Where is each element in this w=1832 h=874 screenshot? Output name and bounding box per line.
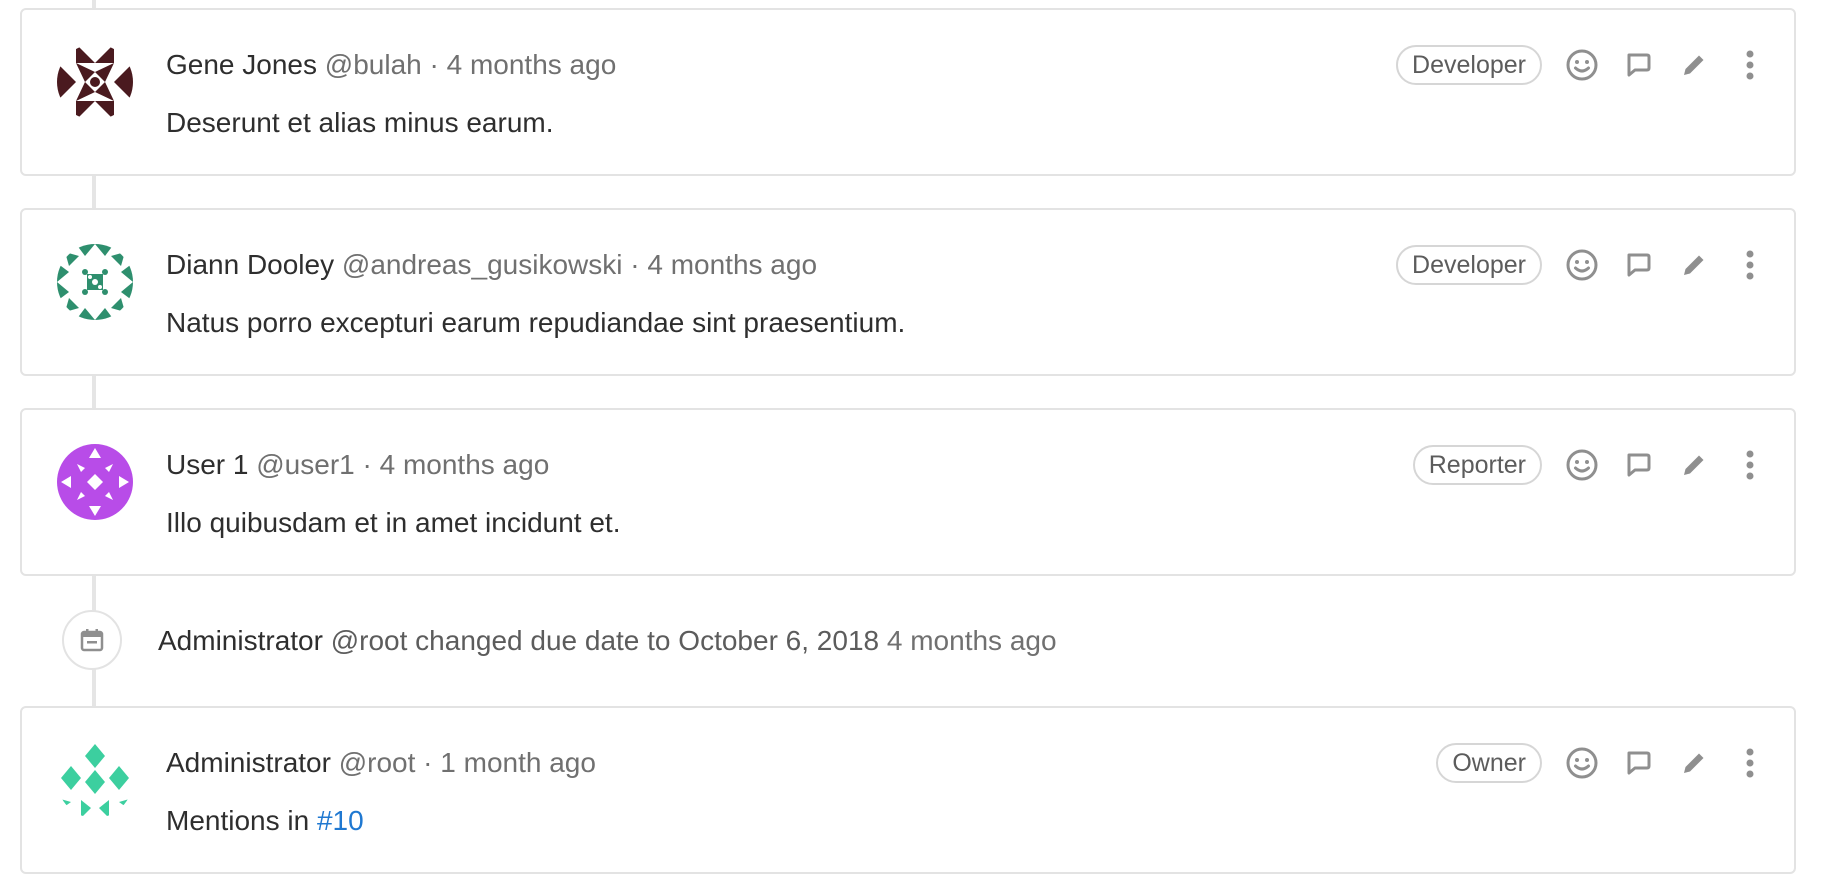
system-note-text: Administrator @root changed due date to … bbox=[158, 624, 1057, 658]
system-note-action: changed due date to October 6, 2018 bbox=[415, 625, 880, 656]
note-body: Mentions in #10 bbox=[166, 804, 364, 838]
author-handle[interactable]: @user1 bbox=[256, 449, 354, 480]
comment-icon bbox=[1627, 53, 1651, 77]
comment-icon bbox=[1627, 751, 1651, 775]
avatar[interactable] bbox=[57, 742, 133, 818]
note-body: Deserunt et alias minus earum. bbox=[166, 107, 554, 138]
reply-button[interactable] bbox=[1610, 42, 1666, 88]
more-actions-button[interactable] bbox=[1722, 42, 1778, 88]
note-actions: Reporter bbox=[1412, 442, 1778, 488]
pencil-icon bbox=[1684, 455, 1704, 475]
pencil-icon bbox=[1684, 753, 1704, 773]
timestamp[interactable]: 1 month ago bbox=[440, 747, 596, 778]
calendar-icon bbox=[80, 629, 104, 652]
more-actions-button[interactable] bbox=[1722, 442, 1778, 488]
more-vertical-icon bbox=[1746, 748, 1754, 778]
add-reaction-button[interactable] bbox=[1554, 242, 1610, 288]
reply-button[interactable] bbox=[1610, 442, 1666, 488]
edit-button[interactable] bbox=[1666, 740, 1722, 786]
author-name[interactable]: Administrator bbox=[158, 625, 323, 656]
reply-button[interactable] bbox=[1610, 740, 1666, 786]
separator: · bbox=[429, 49, 439, 80]
pencil-icon bbox=[1684, 55, 1704, 75]
more-actions-button[interactable] bbox=[1722, 242, 1778, 288]
avatar[interactable] bbox=[57, 244, 133, 320]
separator: · bbox=[630, 249, 640, 280]
note-header: Diann Dooley @andreas_gusikowski · 4 mon… bbox=[166, 248, 817, 282]
avatar[interactable] bbox=[57, 44, 133, 120]
note-body: Illo quibusdam et in amet incidunt et. bbox=[166, 507, 621, 538]
avatar-identicon bbox=[57, 742, 133, 818]
avatar-identicon bbox=[57, 44, 133, 120]
author-name[interactable]: Diann Dooley bbox=[166, 249, 334, 280]
note-actions: Owner bbox=[1436, 740, 1778, 786]
avatar[interactable] bbox=[57, 444, 133, 520]
role-badge: Developer bbox=[1396, 245, 1542, 285]
more-vertical-icon bbox=[1746, 50, 1754, 80]
avatar-identicon bbox=[57, 444, 133, 520]
note-header: User 1 @user1 · 4 months ago bbox=[166, 448, 549, 482]
separator: · bbox=[362, 449, 372, 480]
note-body: Natus porro excepturi earum repudiandae … bbox=[166, 307, 906, 338]
note-actions: Developer bbox=[1396, 242, 1778, 288]
timestamp[interactable]: 4 months ago bbox=[380, 449, 550, 480]
role-badge: Owner bbox=[1436, 743, 1542, 783]
comment-icon bbox=[1627, 453, 1651, 477]
note-card: Gene Jones @bulah · 4 months ago Deserun… bbox=[20, 8, 1796, 176]
author-handle[interactable]: @andreas_gusikowski bbox=[342, 249, 623, 280]
pencil-icon bbox=[1684, 255, 1704, 275]
more-vertical-icon bbox=[1746, 450, 1754, 480]
edit-button[interactable] bbox=[1666, 42, 1722, 88]
role-badge: Developer bbox=[1396, 45, 1542, 85]
note-body-text: Mentions in bbox=[166, 805, 310, 836]
author-name[interactable]: Gene Jones bbox=[166, 49, 317, 80]
note-header: Gene Jones @bulah · 4 months ago bbox=[166, 48, 616, 82]
timestamp[interactable]: 4 months ago bbox=[447, 49, 617, 80]
note-card: Diann Dooley @andreas_gusikowski · 4 mon… bbox=[20, 208, 1796, 376]
smiley-icon bbox=[1566, 747, 1598, 779]
reply-button[interactable] bbox=[1610, 242, 1666, 288]
comment-icon bbox=[1627, 253, 1651, 277]
edit-button[interactable] bbox=[1666, 242, 1722, 288]
more-actions-button[interactable] bbox=[1722, 740, 1778, 786]
issue-reference-link[interactable]: #10 bbox=[317, 805, 364, 836]
timestamp[interactable]: 4 months ago bbox=[887, 625, 1057, 656]
more-vertical-icon bbox=[1746, 250, 1754, 280]
edit-button[interactable] bbox=[1666, 442, 1722, 488]
note-actions: Developer bbox=[1396, 42, 1778, 88]
author-name[interactable]: Administrator bbox=[166, 747, 331, 778]
system-note: Administrator @root changed due date to … bbox=[0, 602, 1832, 678]
avatar-identicon bbox=[57, 244, 133, 320]
smiley-icon bbox=[1566, 249, 1598, 281]
separator: · bbox=[423, 747, 433, 778]
add-reaction-button[interactable] bbox=[1554, 442, 1610, 488]
timestamp[interactable]: 4 months ago bbox=[647, 249, 817, 280]
author-handle[interactable]: @root bbox=[339, 747, 416, 778]
smiley-icon bbox=[1566, 49, 1598, 81]
smiley-icon bbox=[1566, 449, 1598, 481]
note-card: Administrator @root · 1 month ago Mentio… bbox=[20, 706, 1796, 874]
note-card: User 1 @user1 · 4 months ago Illo quibus… bbox=[20, 408, 1796, 576]
add-reaction-button[interactable] bbox=[1554, 740, 1610, 786]
author-handle[interactable]: @bulah bbox=[325, 49, 422, 80]
role-badge: Reporter bbox=[1412, 445, 1542, 485]
system-note-icon bbox=[62, 610, 122, 670]
add-reaction-button[interactable] bbox=[1554, 42, 1610, 88]
note-header: Administrator @root · 1 month ago bbox=[166, 746, 596, 780]
author-handle[interactable]: @root bbox=[331, 625, 408, 656]
author-name[interactable]: User 1 bbox=[166, 449, 248, 480]
